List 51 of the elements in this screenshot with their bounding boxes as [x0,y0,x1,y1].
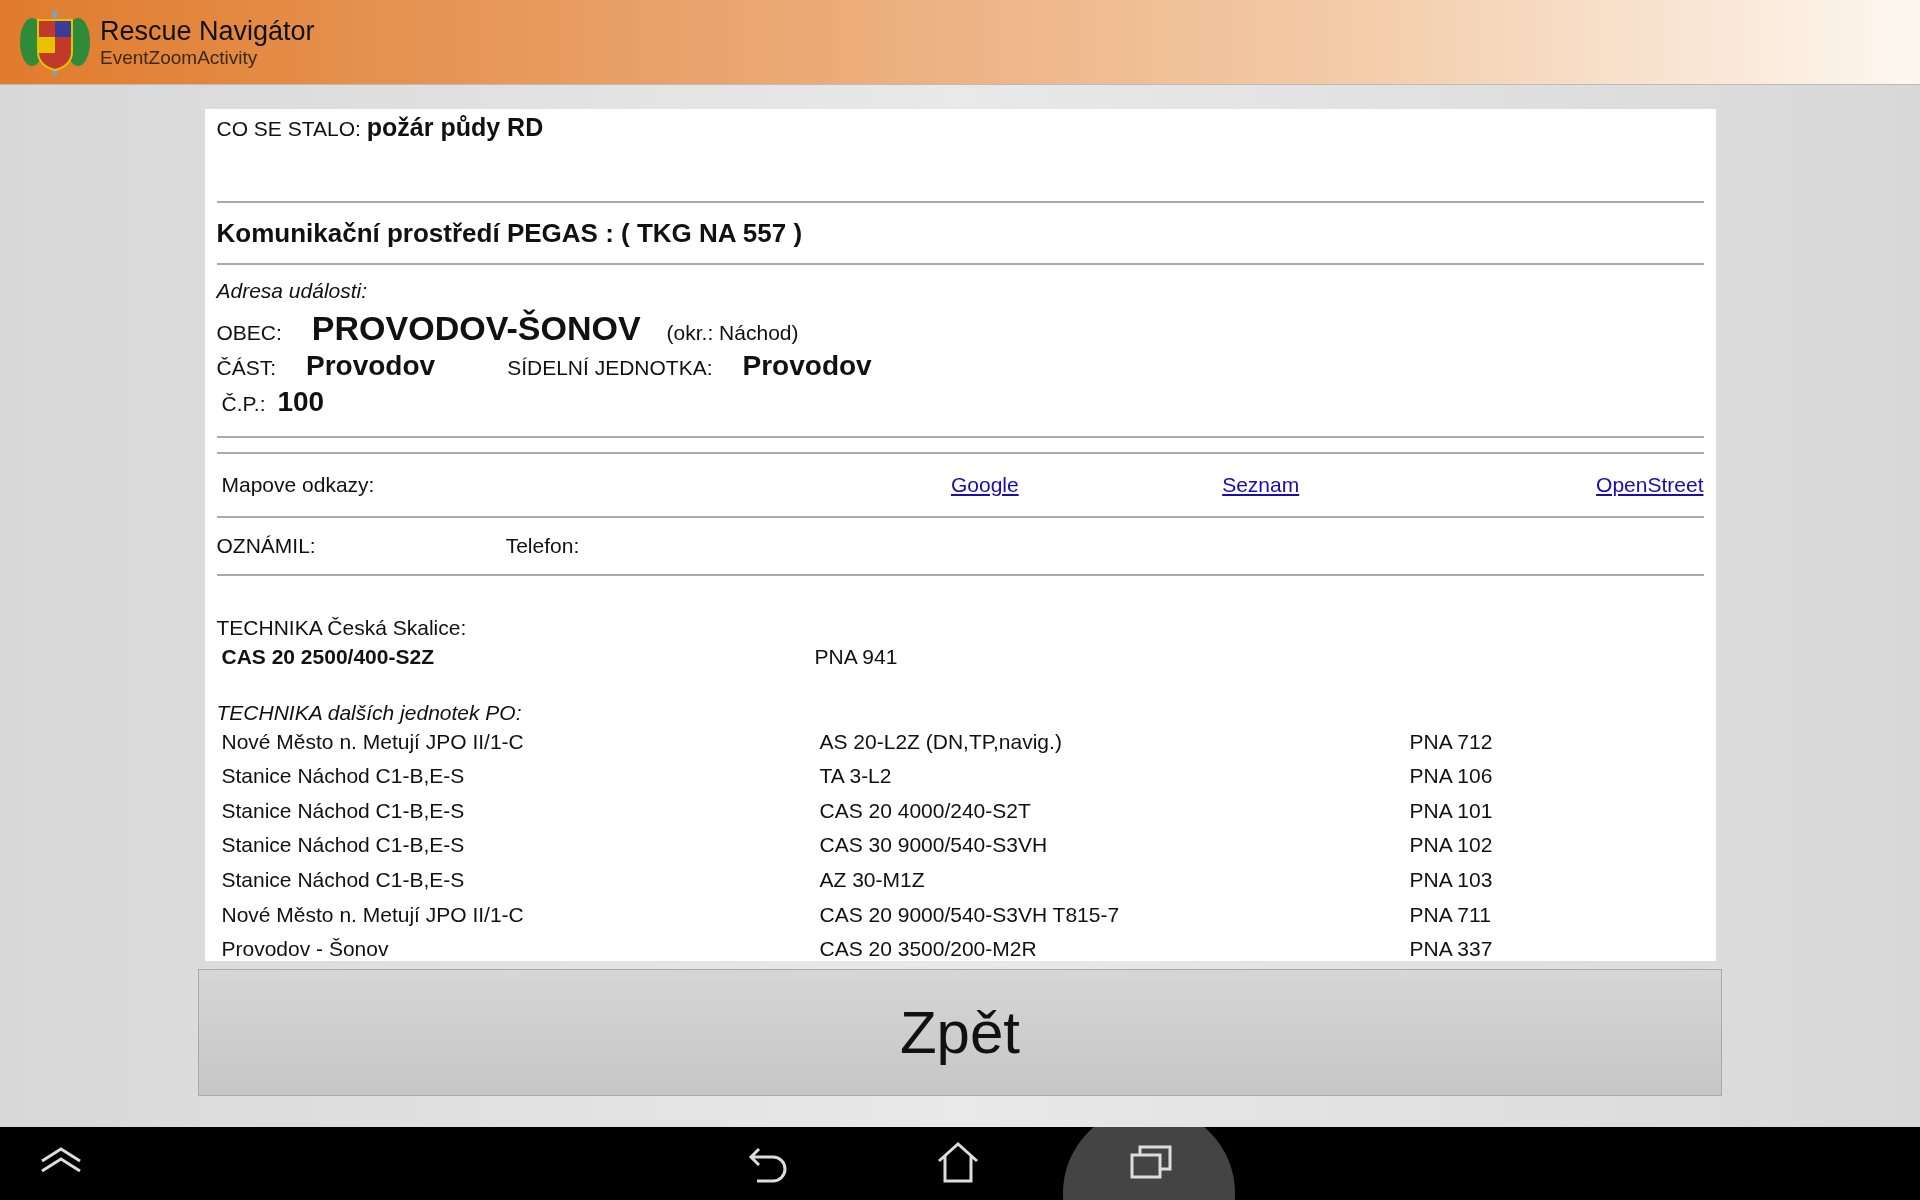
vehicle-name: CAS 20 4000/240-S2T [819,797,1032,824]
vehicle-name: AZ 30-M1Z [819,866,926,893]
unit-name: Stanice Náchod C1-B,E-S [221,763,466,790]
plate-number: PNA 106 [1409,763,1494,790]
map-link[interactable]: Seznam [1222,473,1597,497]
plate-number: PNA 102 [1409,832,1494,859]
app-title: Rescue Navigátor [100,15,315,47]
unit-name: Stanice Náchod C1-B,E-S [221,866,466,893]
plate-number: PNA 101 [1409,797,1494,824]
what-value: požár půdy RD [366,113,544,142]
unit-name: Nové Město n. Metují JPO II/1-C [221,728,525,755]
district-text: (okr.: Náchod) [666,321,799,345]
plate-number: PNA 941 [814,644,899,670]
what-label: CO SE STALO: [216,117,361,141]
field-label: OBEC: [216,321,282,345]
unit-value: Provodov [742,350,872,382]
map-links-label: Mapove odkazy: [221,473,376,497]
address-heading: Adresa události: [216,279,369,303]
back-icon[interactable] [747,1145,789,1185]
reporter-label: OZNÁMIL: [216,534,316,558]
plate-number: PNA 103 [1409,866,1494,893]
home-icon[interactable] [937,1141,979,1183]
vehicle-name: CAS 20 3500/200-M2R [819,936,1038,963]
unit-name: Stanice Náchod C1-B,E-S [221,832,466,859]
plate-number: PNA 712 [1409,728,1494,755]
activity-subtitle: EventZoomActivity [100,46,259,69]
plate-number: PNA 337 [1409,936,1494,963]
map-link[interactable]: Google [950,473,1223,497]
chevron-up-icon[interactable] [40,1145,82,1175]
vehicle-name: CAS 30 9000/540-S3VH [819,832,1049,859]
back-button[interactable]: Zpět [198,969,1722,1096]
vehicle-name: CAS 20 9000/540-S3VH T815-7 [819,901,1121,928]
communication-heading: Komunikační prostředí PEGAS : ( TKG NA 557 ) [216,217,804,250]
field-label: SÍDELNÍ JEDNOTKA: [507,356,713,380]
vehicle-name: AS 20-L2Z (DN,TP,navig.) [819,728,1063,755]
unit-name: Provodov - Šonov [221,936,390,963]
municipality-value: PROVODOV-ŠONOV [311,309,641,348]
house-number: 100 [277,386,325,418]
equipment-heading: TECHNIKA dalších jednotek PO: [216,700,523,725]
vehicle-name: TA 3-L2 [819,763,893,790]
unit-name: Nové Město n. Metují JPO II/1-C [221,901,525,928]
recent-apps-icon[interactable] [1130,1143,1172,1181]
unit-name: Stanice Náchod C1-B,E-S [221,797,466,824]
part-value: Provodov [306,350,436,382]
field-label: ČÁST: [216,356,276,380]
vehicle-name: CAS 20 2500/400-S2Z [221,644,435,670]
equipment-heading: TECHNIKA Česká Skalice: [216,616,468,640]
plate-number: PNA 711 [1409,901,1492,928]
phone-label: Telefon: [505,534,580,558]
map-link[interactable]: OpenStreet [1596,473,1704,497]
field-label: Č.P.: [221,392,266,416]
